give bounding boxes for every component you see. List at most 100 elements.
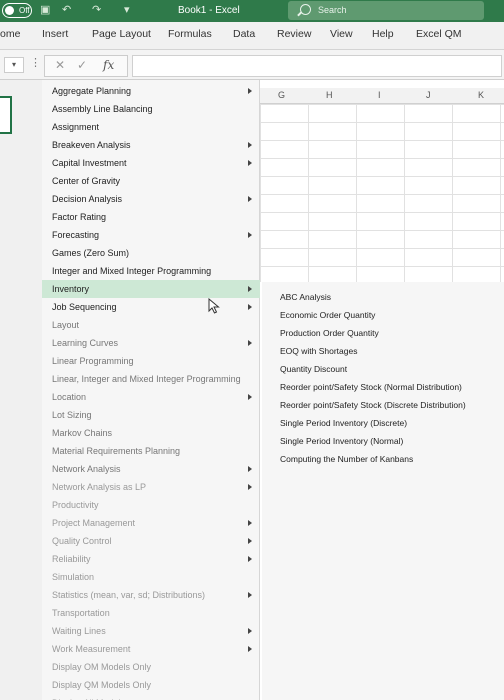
save-icon[interactable]: ▣ — [40, 3, 50, 18]
column-header-k[interactable]: K — [478, 90, 484, 100]
menu-item-network-analysis-as-lp[interactable]: Network Analysis as LP — [42, 478, 260, 496]
name-box-dropdown-icon[interactable]: ▾ — [4, 57, 24, 73]
menu-item-material-requirements-planning[interactable]: Material Requirements Planning — [42, 442, 260, 460]
menu-item-label: Lot Sizing — [52, 410, 92, 420]
search-box[interactable]: Search — [288, 1, 484, 20]
title-bar: Off ▣ ↶ ↷ ▾ Book1 - Excel Search — [0, 0, 504, 22]
menu-item-label: Display OM Models Only — [52, 662, 152, 672]
menu-item-lot-sizing[interactable]: Lot Sizing — [42, 406, 260, 424]
menu-item-forecasting[interactable]: Forecasting — [42, 226, 260, 244]
submenu-arrow-icon — [248, 628, 252, 634]
menu-item-reliability[interactable]: Reliability — [42, 550, 260, 568]
menu-item-label: Assignment — [52, 122, 100, 132]
submenu-item-eoq-with-shortages[interactable]: EOQ with Shortages — [280, 346, 357, 356]
menu-item-breakeven-analysis[interactable]: Breakeven Analysis — [42, 136, 260, 154]
menu-item-linear-integer-and-mixed-integer-programming[interactable]: Linear, Integer and Mixed Integer Progra… — [42, 370, 260, 388]
menu-item-waiting-lines[interactable]: Waiting Lines — [42, 622, 260, 640]
menu-item-display-all-models[interactable]: Display All Models — [42, 694, 260, 700]
tab-insert[interactable]: Insert — [42, 28, 68, 40]
menu-item-label: Statistics (mean, var, sd; Distributions… — [52, 590, 206, 600]
menu-item-label: Quality Control — [52, 536, 112, 546]
menu-item-label: Material Requirements Planning — [52, 446, 181, 456]
menu-item-location[interactable]: Location — [42, 388, 260, 406]
menu-item-capital-investment[interactable]: Capital Investment — [42, 154, 260, 172]
menu-item-decision-analysis[interactable]: Decision Analysis — [42, 190, 260, 208]
menu-item-factor-rating[interactable]: Factor Rating — [42, 208, 260, 226]
menu-item-label: Work Measurement — [52, 644, 131, 654]
submenu-arrow-icon — [248, 196, 252, 202]
tab-excel-qm[interactable]: Excel QM — [416, 28, 462, 40]
menu-item-label: Waiting Lines — [52, 626, 106, 636]
submenu-item-abc-analysis[interactable]: ABC Analysis — [280, 292, 331, 302]
tab-page-layout[interactable]: Page Layout — [92, 28, 151, 40]
submenu-arrow-icon — [248, 160, 252, 166]
menu-item-assembly-line-balancing[interactable]: Assembly Line Balancing — [42, 100, 260, 118]
redo-icon[interactable]: ↷ — [92, 3, 101, 18]
menu-item-label: Location — [52, 392, 87, 402]
formula-bar: ▾ ⋮ ✕ ✓ fx — [0, 50, 504, 80]
insert-function-icon[interactable]: fx — [103, 58, 114, 72]
menu-item-assignment[interactable]: Assignment — [42, 118, 260, 136]
menu-item-inventory[interactable]: Inventory — [42, 280, 260, 298]
tab-data[interactable]: Data — [233, 28, 255, 40]
menu-item-linear-programming[interactable]: Linear Programming — [42, 352, 260, 370]
menu-item-layout[interactable]: Layout — [42, 316, 260, 334]
submenu-arrow-icon — [248, 592, 252, 598]
menu-item-display-om-models-only[interactable]: Display OM Models Only — [42, 658, 260, 676]
resize-handle-icon[interactable]: ⋮ — [30, 56, 41, 69]
column-header-g[interactable]: G — [278, 90, 285, 100]
submenu-item-quantity-discount[interactable]: Quantity Discount — [280, 364, 347, 374]
cell-grid[interactable] — [260, 104, 504, 282]
submenu-arrow-icon — [248, 304, 252, 310]
menu-item-label: Inventory — [52, 284, 90, 294]
submenu-arrow-icon — [248, 556, 252, 562]
submenu-item-reorder-point-safety-stock-discrete-distribution[interactable]: Reorder point/Safety Stock (Discrete Dis… — [280, 400, 466, 410]
tab-review[interactable]: Review — [277, 28, 311, 40]
customize-qat-icon[interactable]: ▾ — [124, 3, 130, 18]
menu-item-center-of-gravity[interactable]: Center of Gravity — [42, 172, 260, 190]
menu-item-job-sequencing[interactable]: Job Sequencing — [42, 298, 260, 316]
enter-icon[interactable]: ✓ — [77, 58, 87, 72]
menu-item-quality-control[interactable]: Quality Control — [42, 532, 260, 550]
menu-item-label: Job Sequencing — [52, 302, 117, 312]
submenu-item-single-period-inventory-normal[interactable]: Single Period Inventory (Normal) — [280, 436, 403, 446]
menu-item-label: Assembly Line Balancing — [52, 104, 153, 114]
tab-formulas[interactable]: Formulas — [168, 28, 212, 40]
menu-item-integer-and-mixed-integer-programming[interactable]: Integer and Mixed Integer Programming — [42, 262, 260, 280]
tab-view[interactable]: View — [330, 28, 353, 40]
window-title: Book1 - Excel — [178, 5, 240, 16]
submenu-item-economic-order-quantity[interactable]: Economic Order Quantity — [280, 310, 375, 320]
menu-item-aggregate-planning[interactable]: Aggregate Planning — [42, 82, 260, 100]
submenu-item-computing-the-number-of-kanbans[interactable]: Computing the Number of Kanbans — [280, 454, 413, 464]
formula-input[interactable] — [132, 55, 502, 77]
menu-item-transportation[interactable]: Transportation — [42, 604, 260, 622]
tab-help[interactable]: Help — [372, 28, 394, 40]
undo-icon[interactable]: ↶ — [62, 3, 71, 18]
menu-item-statistics-mean-var-sd-distributions[interactable]: Statistics (mean, var, sd; Distributions… — [42, 586, 260, 604]
menu-item-learning-curves[interactable]: Learning Curves — [42, 334, 260, 352]
column-header-j[interactable]: J — [426, 90, 431, 100]
menu-item-label: Breakeven Analysis — [52, 140, 131, 150]
cancel-icon[interactable]: ✕ — [55, 58, 65, 72]
inventory-submenu: ABC Analysis Economic Order Quantity Produ… — [262, 282, 504, 700]
menu-item-simulation[interactable]: Simulation — [42, 568, 260, 586]
menu-item-network-analysis[interactable]: Network Analysis — [42, 460, 260, 478]
menu-item-work-measurement[interactable]: Work Measurement — [42, 640, 260, 658]
submenu-arrow-icon — [248, 286, 252, 292]
autosave-toggle[interactable]: Off — [2, 3, 32, 18]
tab-home[interactable]: ome — [0, 28, 20, 40]
menu-item-label: Capital Investment — [52, 158, 127, 168]
menu-item-project-management[interactable]: Project Management — [42, 514, 260, 532]
menu-item-productivity[interactable]: Productivity — [42, 496, 260, 514]
menu-item-games-zero-sum[interactable]: Games (Zero Sum) — [42, 244, 260, 262]
menu-item-markov-chains[interactable]: Markov Chains — [42, 424, 260, 442]
submenu-arrow-icon — [248, 520, 252, 526]
column-header-i[interactable]: I — [378, 90, 381, 100]
column-header-h[interactable]: H — [326, 90, 333, 100]
submenu-item-single-period-inventory-discrete[interactable]: Single Period Inventory (Discrete) — [280, 418, 407, 428]
menu-item-display-qm-models-only[interactable]: Display QM Models Only — [42, 676, 260, 694]
menu-item-label: Integer and Mixed Integer Programming — [52, 266, 212, 276]
submenu-item-reorder-point-safety-stock-normal-distribution[interactable]: Reorder point/Safety Stock (Normal Distr… — [280, 382, 462, 392]
formula-buttons: ✕ ✓ fx — [44, 55, 128, 77]
submenu-item-production-order-quantity[interactable]: Production Order Quantity — [280, 328, 379, 338]
